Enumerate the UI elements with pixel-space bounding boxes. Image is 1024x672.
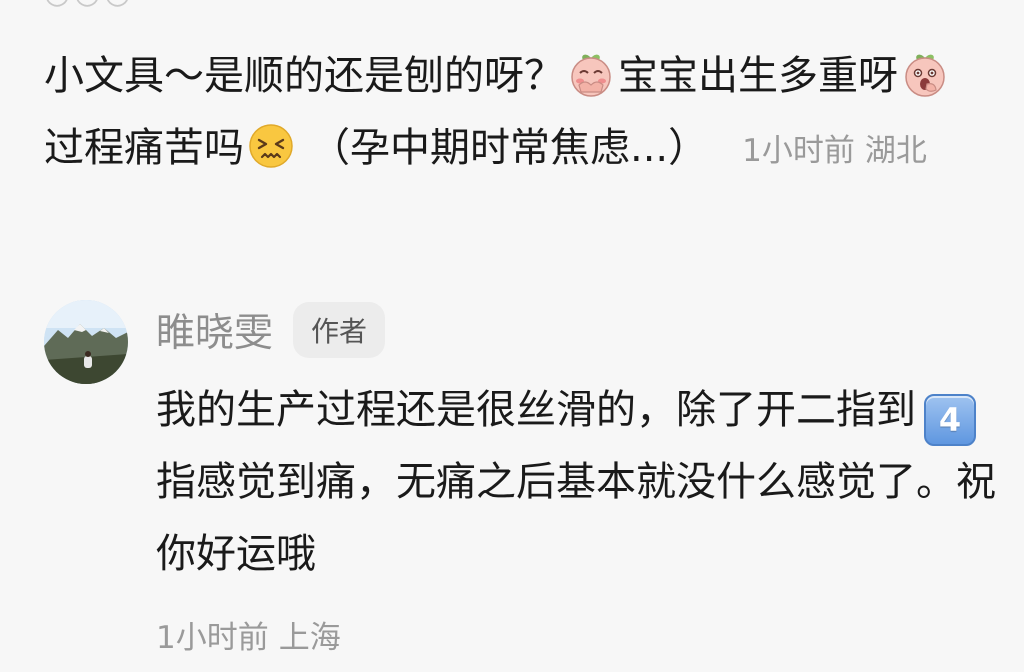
- author-badge: 作者: [293, 302, 386, 358]
- peach-shocked-icon: [905, 54, 945, 97]
- avatar-image: [44, 300, 128, 384]
- keycap-4-icon: 4: [924, 394, 976, 446]
- avatar[interactable]: [44, 300, 128, 384]
- reply-meta: 1小时前 上海: [156, 612, 341, 657]
- reply-text: 我的生产过程还是很丝滑的，除了开二指到 4 指感觉到痛，无痛之后基本就没什么感觉了。…: [156, 374, 996, 590]
- comment-segment-3: 过程痛苦吗: [44, 125, 244, 171]
- peach-covering-mouth-icon: [571, 54, 611, 97]
- confounded-face-icon: [249, 124, 293, 168]
- reply-time: 1小时前: [156, 620, 269, 656]
- reply-location: 上海: [278, 620, 341, 656]
- comment-segment-4: （孕中期时常焦虑...）: [310, 125, 709, 171]
- cut-off-header: ○○○: [44, 0, 135, 11]
- comment-text: 小文具～是顺的还是刨的呀？ 宝宝出生多重呀 过程痛苦吗 （孕中期时常焦虑...）…: [44, 40, 984, 187]
- reply-text-part2: 指感觉到痛，无痛之后基本就没什么感觉了。祝你好运哦: [156, 459, 996, 577]
- comment-meta: 1小时前 湖北: [742, 133, 927, 169]
- reply-author-name[interactable]: 睢晓雯: [156, 302, 273, 358]
- reply-header: 睢晓雯 作者: [156, 300, 386, 360]
- comment-time: 1小时前: [742, 133, 855, 169]
- comment-segment-2: 宝宝出生多重呀: [618, 53, 898, 99]
- reply-text-part1: 我的生产过程还是很丝滑的，除了开二指到: [156, 387, 916, 433]
- comment-segment-1: 小文具～是顺的还是刨的呀？: [44, 53, 564, 99]
- comment-location: 湖北: [864, 133, 927, 169]
